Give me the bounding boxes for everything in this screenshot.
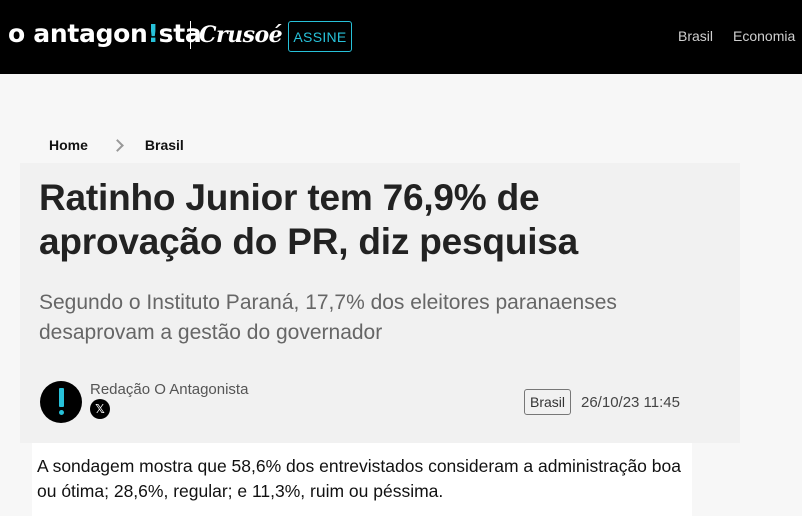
breadcrumb: Home Brasil bbox=[49, 137, 184, 153]
exclamation-icon bbox=[59, 388, 64, 407]
x-icon[interactable]: 𝕏 bbox=[90, 399, 110, 419]
site-logo[interactable]: o antagon!sta bbox=[8, 19, 202, 49]
site-header: o antagon!sta Crusoé ASSINE Brasil Econo… bbox=[0, 0, 802, 74]
nav-item-brasil[interactable]: Brasil bbox=[678, 28, 713, 44]
logo-divider bbox=[190, 21, 191, 49]
breadcrumb-home[interactable]: Home bbox=[49, 137, 88, 153]
article-subtitle: Segundo o Instituto Paraná, 17,7% dos el… bbox=[39, 291, 617, 344]
category-tag[interactable]: Brasil bbox=[524, 389, 571, 415]
subscribe-button[interactable]: ASSINE bbox=[288, 21, 352, 52]
author-avatar[interactable] bbox=[40, 381, 82, 423]
breadcrumb-brasil[interactable]: Brasil bbox=[145, 137, 184, 153]
publish-date: 26/10/23 11:45 bbox=[581, 394, 680, 411]
nav-item-economia[interactable]: Economia bbox=[733, 28, 795, 44]
article-lead-paragraph: A sondagem mostra que 58,6% dos entrevis… bbox=[32, 443, 692, 516]
chevron-right-icon bbox=[111, 138, 124, 152]
exclamation-dot bbox=[59, 410, 64, 415]
crusoe-logo[interactable]: Crusoé bbox=[199, 20, 283, 50]
article-title: Ratinho Junior tem 76,9% de aprovação do… bbox=[39, 177, 579, 262]
article-lead-text: A sondagem mostra que 58,6% dos entrevis… bbox=[37, 456, 681, 501]
author-name[interactable]: Redação O Antagonista bbox=[90, 381, 248, 398]
